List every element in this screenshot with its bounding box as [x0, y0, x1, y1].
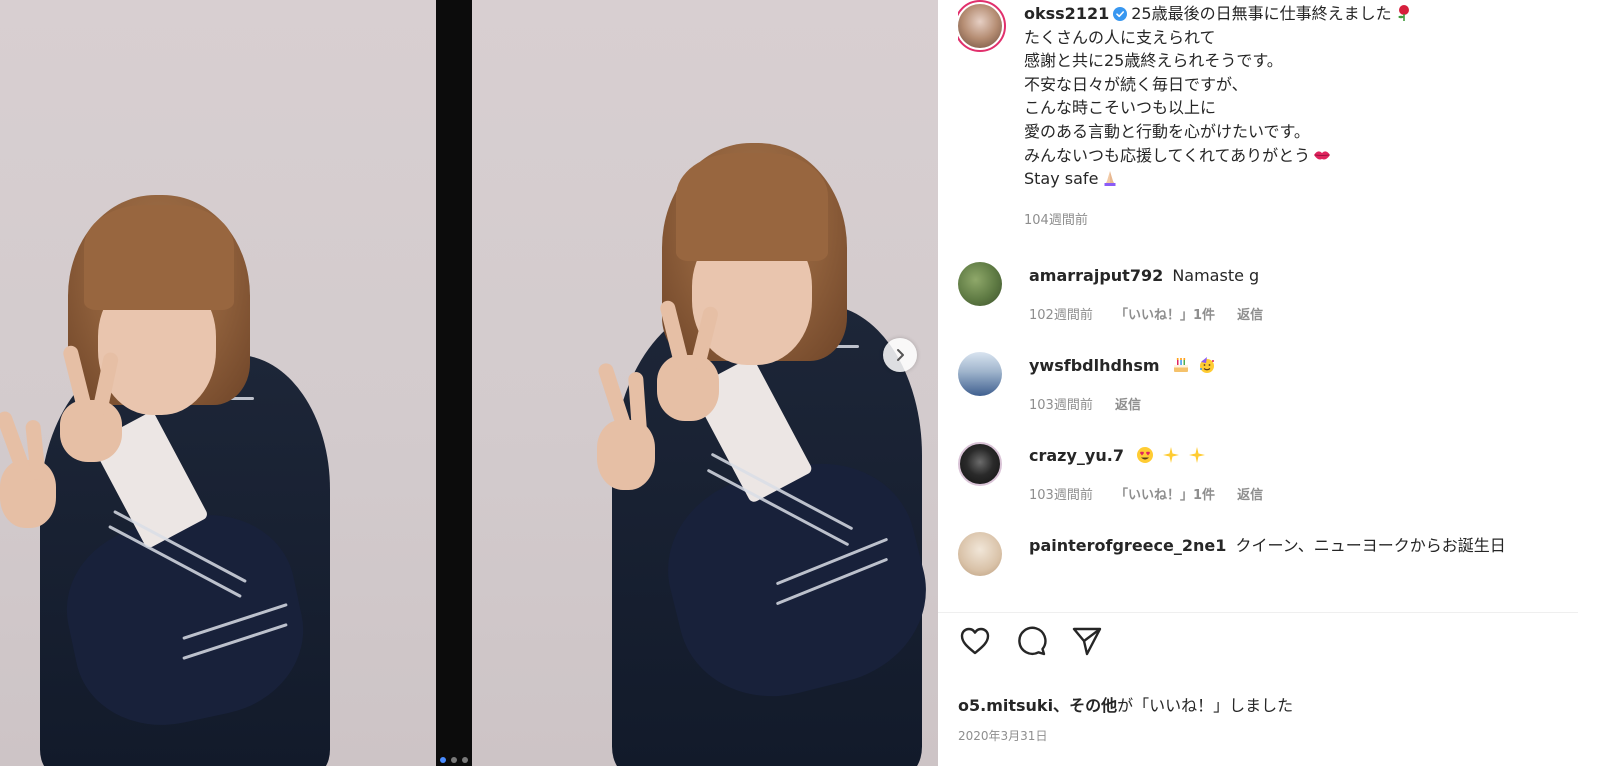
- comment-likes-link[interactable]: 「いいね！」1件: [1115, 308, 1215, 323]
- comment-username[interactable]: ywsfbdlhdhsm: [1029, 356, 1160, 375]
- share-button[interactable]: [1070, 624, 1104, 658]
- verified-badge-icon: [1113, 7, 1128, 21]
- comment-item: ywsfbdlhdhsm 103週間前 返信: [958, 352, 1568, 418]
- comment-text: クイーン、ニューヨークからお誕生日: [1235, 536, 1506, 556]
- comment-timestamp: 103週間前: [1029, 488, 1093, 504]
- post-photo-right: [472, 0, 938, 766]
- likes-summary: o5.mitsuki、その他が「いいね！」しました: [958, 692, 1293, 716]
- post-sidebar: okss2121 25歳最後の日無事に仕事終えました たくさんの人に支えられて 感…: [938, 0, 1606, 784]
- carousel-indicator: [440, 757, 468, 763]
- comment-username[interactable]: crazy_yu.7: [1029, 446, 1124, 465]
- person-figure: [472, 0, 938, 766]
- film-strip-divider: [436, 0, 472, 766]
- like-button[interactable]: [958, 624, 992, 658]
- heart-eyes-emoji-icon: [1137, 447, 1154, 464]
- author-avatar[interactable]: [958, 0, 1006, 52]
- paper-plane-icon: [1072, 627, 1102, 656]
- reply-button[interactable]: 返信: [1237, 308, 1263, 323]
- carousel-dot: [462, 757, 468, 763]
- next-photo-button[interactable]: [883, 338, 917, 372]
- caption-text: 25歳最後の日無事に仕事終えました: [1131, 4, 1392, 23]
- author-username[interactable]: okss2121: [1024, 4, 1109, 23]
- caption-text: 愛のある言動と行動を心がけたいです。: [1024, 121, 1310, 141]
- party-face-emoji-icon: [1199, 357, 1214, 374]
- caption-text: 感謝と共に25歳終えられそうです。: [1024, 51, 1283, 71]
- carousel-dot: [451, 757, 457, 763]
- post-actions: [958, 624, 1104, 658]
- commenter-avatar[interactable]: [958, 442, 1002, 487]
- likes-suffix: が「いいね！」しました: [1117, 696, 1294, 715]
- rose-emoji-icon: [1397, 5, 1409, 21]
- comment-item: crazy_yu.7 103週間前 「いいね！」1件 返信: [958, 442, 1568, 508]
- instagram-post: okss2121 25歳最後の日無事に仕事終えました たくさんの人に支えられて 感…: [0, 0, 1606, 784]
- caption-text: 不安な日々が続く毎日ですが、: [1024, 74, 1248, 94]
- caption-text: みんないつも応援してくれてありがとう: [1024, 145, 1311, 165]
- comment-timestamp: 103週間前: [1029, 398, 1093, 414]
- commenter-avatar[interactable]: [958, 352, 1002, 397]
- comment-username[interactable]: amarrajput792: [1029, 266, 1163, 285]
- comment-button[interactable]: [1014, 624, 1048, 658]
- birthday-cake-emoji-icon: [1173, 358, 1188, 373]
- comment-item: amarrajput792 Namaste g 102週間前 「いいね！」1件 …: [958, 262, 1568, 328]
- caption-text: こんな時こそいつも以上に: [1024, 98, 1217, 118]
- comments-list[interactable]: okss2121 25歳最後の日無事に仕事終えました たくさんの人に支えられて 感…: [958, 0, 1568, 610]
- comment-item: painterofgreece_2ne1 クイーン、ニューヨークからお誕生日: [958, 532, 1568, 577]
- kiss-lips-emoji-icon: [1314, 150, 1331, 160]
- comment-timestamp: 102週間前: [1029, 308, 1093, 324]
- person-figure: [0, 0, 436, 766]
- caption-text: たくさんの人に支えられて: [1024, 27, 1216, 47]
- post-media[interactable]: [0, 0, 938, 766]
- comment-bubble-icon: [1018, 626, 1047, 656]
- sparkles-emoji-icon: [1163, 447, 1180, 464]
- comment-likes-link[interactable]: 「いいね！」1件: [1115, 488, 1215, 503]
- comment-username[interactable]: painterofgreece_2ne1: [1029, 536, 1226, 555]
- post-date: 2020年3月31日: [958, 729, 1048, 743]
- commenter-avatar[interactable]: [958, 532, 1002, 577]
- reply-button[interactable]: 返信: [1115, 398, 1141, 413]
- chevron-right-icon: [897, 349, 904, 361]
- carousel-dot-active: [440, 757, 446, 763]
- others-link[interactable]: その他: [1069, 696, 1117, 715]
- caption-timestamp: 104週間前: [1024, 212, 1088, 228]
- comment-text: Namaste g: [1172, 266, 1260, 286]
- heart-icon: [960, 627, 990, 655]
- commenter-avatar[interactable]: [958, 262, 1002, 307]
- caption-text: Stay safe: [1024, 169, 1099, 189]
- post-caption: okss2121 25歳最後の日無事に仕事終えました たくさんの人に支えられて 感…: [958, 0, 1568, 232]
- sparkles-emoji-icon: [1189, 447, 1206, 464]
- praying-hands-emoji-icon: [1104, 171, 1116, 187]
- liker-username[interactable]: o5.mitsuki、: [958, 696, 1069, 715]
- reply-button[interactable]: 返信: [1237, 488, 1263, 503]
- post-photo-left: [0, 0, 436, 766]
- section-divider: [938, 612, 1578, 613]
